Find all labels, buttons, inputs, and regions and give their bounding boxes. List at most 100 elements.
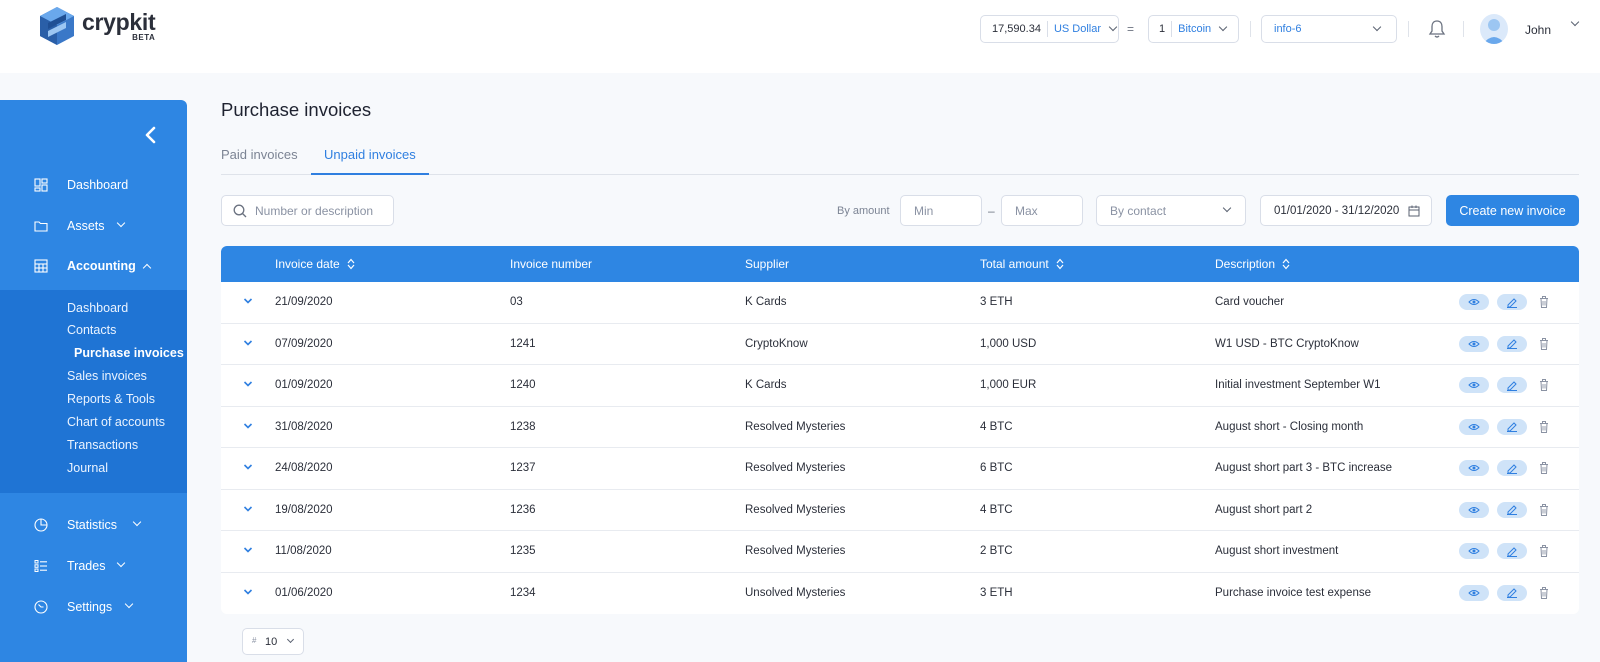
table-row[interactable]: 31/08/2020 1238 Resolved Mysteries 4 BTC Aug… [221,407,1579,448]
submenu-item-purchase-invoices[interactable]: Purchase invoices [74,346,184,360]
submenu-item-sales-invoices[interactable]: Sales invoices [67,369,147,383]
pencil-icon [1507,297,1517,308]
cell-supplier: CryptoKnow [745,337,808,350]
chevron-down-icon[interactable] [243,296,253,306]
chevron-up-icon [142,263,152,273]
submenu-item-chart-of-accounts[interactable]: Chart of accounts [67,415,165,429]
table-row[interactable]: 11/08/2020 1235 Resolved Mysteries 2 BTC Aug… [221,531,1579,573]
edit-button[interactable] [1497,377,1527,393]
submenu-item-journal[interactable]: Journal [67,461,108,475]
chevron-down-icon[interactable] [243,462,253,472]
cell-invoice-number: 1238 [510,420,536,433]
trash-icon[interactable] [1538,503,1550,517]
date-range-picker[interactable]: 01/01/2020 - 31/12/2020 [1260,195,1432,226]
sidebar-item-trades[interactable]: Trades [0,555,187,577]
cell-invoice-date: 07/09/2020 [275,337,333,350]
edit-button[interactable] [1497,543,1527,559]
edit-button[interactable] [1497,584,1527,601]
view-button[interactable] [1459,501,1489,518]
trash-icon[interactable] [1538,337,1550,351]
sidebar-item-statistics[interactable]: Statistics [0,514,187,536]
chevron-left-icon[interactable] [143,125,159,145]
tab-unpaid-invoices[interactable]: Unpaid invoices [324,147,416,162]
column-header-total-amount[interactable]: Total amount [980,257,1064,271]
cell-supplier: Resolved Mysteries [745,420,846,433]
table-row[interactable]: 21/09/2020 03 K Cards 3 ETH Card voucher [221,282,1579,324]
trash-icon[interactable] [1538,378,1550,392]
sidebar-item-dashboard[interactable]: Dashboard [0,174,187,196]
chevron-down-icon [1372,22,1382,32]
table-row[interactable]: 07/09/2020 1241 CryptoKnow 1,000 USD W1 USD … [221,324,1579,365]
view-button[interactable] [1459,377,1489,393]
chevron-down-icon[interactable] [243,379,253,389]
view-button[interactable] [1459,335,1489,352]
max-amount-input[interactable] [1015,203,1082,218]
chevron-down-icon[interactable] [243,587,253,597]
view-button[interactable] [1459,294,1489,310]
submenu-item-dashboard[interactable]: Dashboard [67,301,128,315]
chevron-down-icon[interactable] [1570,17,1580,27]
cell-supplier: Unsolved Mysteries [745,586,846,599]
invoices-table: Invoice date Invoice number Supplier Tot… [221,246,1579,614]
min-amount-field[interactable] [900,195,982,226]
view-button[interactable] [1459,543,1489,559]
table-row[interactable]: 24/08/2020 1237 Resolved Mysteries 6 BTC Aug… [221,448,1579,490]
search-field[interactable] [221,195,394,226]
edit-button[interactable] [1497,294,1527,310]
view-button[interactable] [1459,460,1489,476]
table-row[interactable]: 19/08/2020 1236 Resolved Mysteries 4 BTC Aug… [221,490,1579,531]
submenu-item-reports-tools[interactable]: Reports & Tools [67,392,155,406]
user-name[interactable]: John [1525,23,1551,37]
chevron-down-icon [116,218,126,228]
chevron-down-icon[interactable] [243,545,253,555]
trash-icon[interactable] [1538,420,1550,434]
trash-icon[interactable] [1538,586,1550,600]
sidebar-item-settings[interactable]: Settings [0,596,187,618]
view-button[interactable] [1459,584,1489,601]
edit-button[interactable] [1497,501,1527,518]
min-amount-input[interactable] [914,203,981,218]
table-row[interactable]: 01/09/2020 1240 K Cards 1,000 EUR Initial in… [221,365,1579,407]
max-amount-field[interactable] [1001,195,1083,226]
page-size-selector[interactable]: # 10 [242,628,304,655]
cell-description: W1 USD - BTC CryptoKnow [1215,337,1359,350]
chevron-down-icon [1108,22,1118,32]
pencil-icon [1507,546,1517,557]
eye-icon [1468,589,1480,596]
chevron-down-icon[interactable] [243,338,253,348]
submenu-item-contacts[interactable]: Contacts [67,323,116,337]
column-header-description[interactable]: Description [1215,257,1290,271]
chevron-down-icon[interactable] [243,421,253,431]
column-label: Description [1215,257,1276,271]
edit-button[interactable] [1497,418,1527,435]
submenu-item-transactions[interactable]: Transactions [67,438,138,452]
workspace-selector[interactable]: info-6 [1261,15,1397,43]
table-row[interactable]: 01/06/2020 1234 Unsolved Mysteries 3 ETH Pur… [221,573,1579,615]
range-dash: – [988,204,995,218]
calendar-icon [1408,205,1420,217]
active-tab-indicator [311,173,429,175]
sidebar-item-assets[interactable]: Assets [0,215,187,237]
trash-icon[interactable] [1538,544,1550,558]
crypto-currency-selector[interactable]: 1 Bitcoin [1148,15,1239,43]
create-new-invoice-button[interactable]: Create new invoice [1446,195,1579,226]
edit-button[interactable] [1497,460,1527,476]
sidebar-item-label: Accounting [67,259,136,273]
column-header-invoice-date[interactable]: Invoice date [275,257,355,271]
avatar[interactable] [1480,14,1508,44]
chevron-down-icon[interactable] [243,504,253,514]
chevron-down-icon [116,558,126,568]
bell-icon[interactable] [1428,19,1446,39]
fiat-currency-selector[interactable]: 17,590.34 US Dollar [980,15,1119,43]
contact-filter-select[interactable]: By contact [1096,195,1246,226]
tab-paid-invoices[interactable]: Paid invoices [221,147,298,162]
view-button[interactable] [1459,418,1489,435]
logo[interactable]: crypkit BETA [38,6,156,46]
search-input[interactable] [255,202,390,220]
cell-invoice-number: 1241 [510,337,536,350]
sidebar-item-accounting[interactable]: Accounting [0,255,187,277]
trash-icon[interactable] [1538,295,1550,309]
edit-button[interactable] [1497,335,1527,352]
trash-icon[interactable] [1538,461,1550,475]
chevron-down-icon [1218,22,1228,32]
